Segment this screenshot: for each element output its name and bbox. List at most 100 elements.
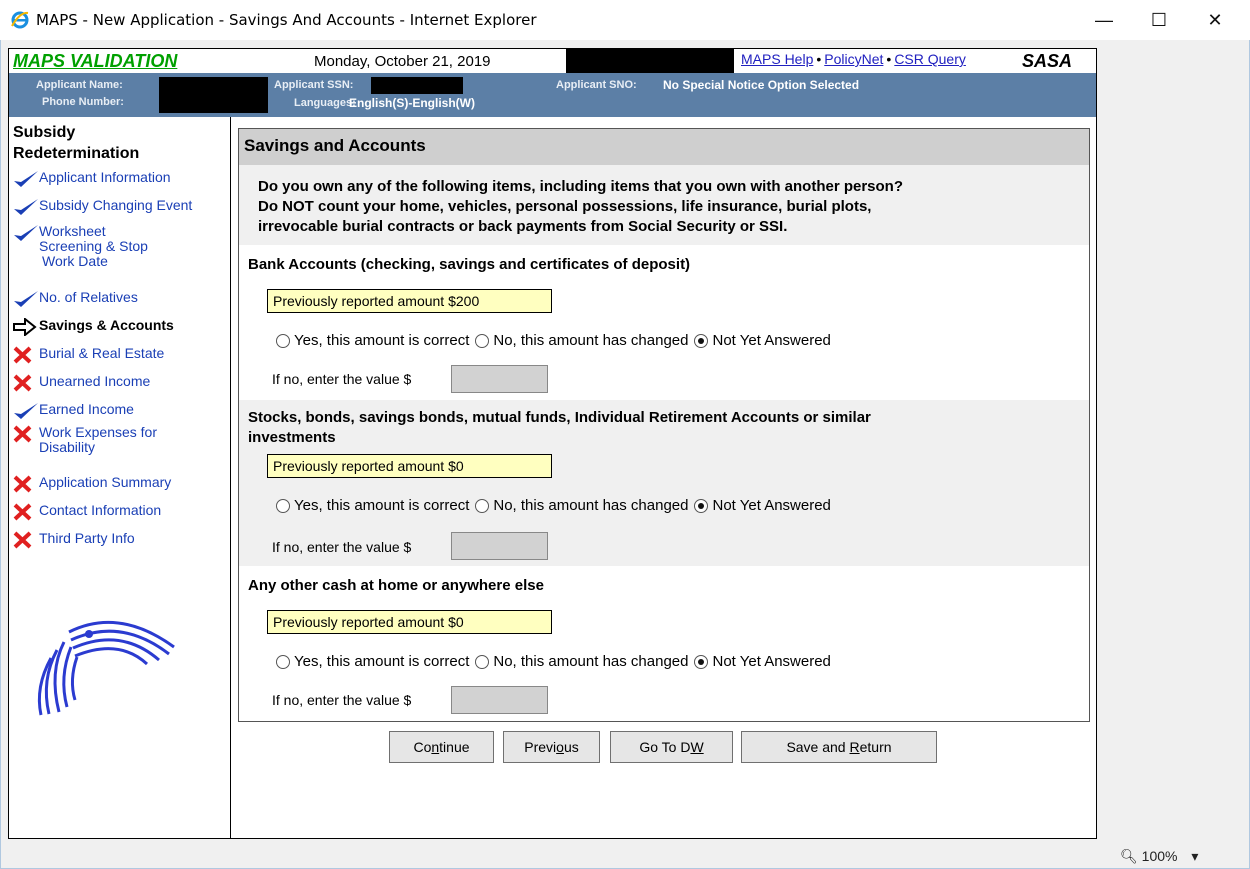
no-radio[interactable]: No, this amount has changed bbox=[475, 653, 688, 670]
section-title: Stocks, bonds, savings bonds, mutual fun… bbox=[248, 408, 1028, 448]
maps-header: MAPS VALIDATION Monday, October 21, 2019… bbox=[9, 49, 1096, 73]
radio-label: No, this amount has changed bbox=[493, 653, 689, 670]
sidebar-item-earned-income[interactable]: Earned Income bbox=[13, 402, 134, 420]
radio-circle-selected bbox=[694, 333, 709, 348]
sidebar-item-label: Contact Information bbox=[39, 502, 162, 518]
accesskey: o bbox=[556, 739, 564, 755]
previous-button[interactable]: Previous bbox=[503, 731, 600, 763]
sidebar-item-label-line1: Work Expenses for bbox=[39, 424, 158, 440]
sidebar-item-work-expenses[interactable]: Work Expenses for Disability bbox=[13, 425, 157, 455]
checkmark-icon bbox=[13, 290, 39, 308]
radio-circle bbox=[475, 498, 490, 513]
checkmark-icon bbox=[13, 198, 39, 216]
maximize-button[interactable]: ☐ bbox=[1134, 0, 1184, 40]
question-text: Do you own any of the following items, i… bbox=[239, 165, 1089, 245]
sidebar-item-label: No. of Relatives bbox=[39, 289, 138, 305]
sidebar-item-application-summary[interactable]: Application Summary bbox=[13, 475, 171, 493]
sasa-label: SASA bbox=[1022, 51, 1073, 71]
redacted-block bbox=[566, 49, 734, 73]
radio-circle bbox=[276, 654, 290, 669]
save-and-return-button[interactable]: Save and Return bbox=[741, 731, 937, 763]
link-separator: • bbox=[886, 51, 892, 67]
section-title: Any other cash at home or anywhere else bbox=[248, 576, 1028, 596]
not-yet-answered-radio[interactable]: Not Yet Answered bbox=[694, 653, 831, 670]
minimize-button[interactable]: — bbox=[1079, 0, 1129, 40]
sidebar-item-label-line1: Worksheet bbox=[39, 223, 106, 239]
not-yet-answered-radio[interactable]: Not Yet Answered bbox=[694, 497, 831, 514]
radio-label: Not Yet Answered bbox=[712, 497, 831, 514]
sidebar-item-applicant-information[interactable]: Applicant Information bbox=[13, 170, 171, 188]
applicant-info-bar: Applicant Name: Phone Number: Applicant … bbox=[9, 73, 1096, 117]
sidebar-item-label: Worksheet Screening & Stop Work Date bbox=[39, 224, 148, 269]
question-line3: irrevocable burial contracts or back pay… bbox=[258, 218, 788, 235]
answer-radio-group: Yes, this amount is correct No, this amo… bbox=[276, 497, 837, 514]
sidebar-item-label-line2: Disability bbox=[39, 439, 96, 455]
yes-radio[interactable]: Yes, this amount is correct bbox=[276, 332, 469, 349]
csr-query-link[interactable]: CSR Query bbox=[894, 51, 966, 67]
answer-radio-group: Yes, this amount is correct No, this amo… bbox=[276, 653, 837, 670]
redacted-name-phone bbox=[159, 77, 268, 113]
sidebar-item-label: Subsidy Changing Event bbox=[39, 197, 193, 213]
sidebar-heading-line1: Subsidy bbox=[13, 124, 76, 141]
bank-accounts-section: Bank Accounts (checking, savings and cer… bbox=[239, 245, 1089, 400]
value-input[interactable] bbox=[451, 686, 548, 714]
sidebar-item-label: Application Summary bbox=[39, 474, 172, 490]
sidebar-item-subsidy-changing-event[interactable]: Subsidy Changing Event bbox=[13, 198, 192, 216]
go-to-dw-button[interactable]: Go To DW bbox=[610, 731, 733, 763]
close-button[interactable]: ✕ bbox=[1190, 0, 1240, 40]
sidebar-item-label: Applicant Information bbox=[39, 169, 171, 185]
radio-label: No, this amount has changed bbox=[493, 497, 689, 514]
applicant-ssn-label: Applicant SSN: bbox=[274, 79, 354, 91]
sidebar-item-burial-real-estate[interactable]: Burial & Real Estate bbox=[13, 346, 164, 364]
if-no-label: If no, enter the value $ bbox=[272, 692, 412, 708]
button-label: Go To DW bbox=[639, 739, 703, 755]
maps-help-link[interactable]: MAPS Help bbox=[741, 51, 813, 67]
value-input[interactable] bbox=[451, 532, 548, 560]
label-part: us bbox=[563, 739, 579, 755]
radio-circle bbox=[276, 333, 290, 348]
previous-amount: Previously reported amount $200 bbox=[267, 289, 552, 313]
accesskey: n bbox=[431, 739, 440, 755]
savings-accounts-panel: Savings and Accounts Do you own any of t… bbox=[238, 128, 1090, 722]
applicant-name-label: Applicant Name: bbox=[36, 79, 123, 91]
no-radio[interactable]: No, this amount has changed bbox=[475, 497, 688, 514]
section-title-line2: investments bbox=[248, 429, 336, 446]
title-bar: MAPS - New Application - Savings And Acc… bbox=[0, 0, 1250, 40]
policynet-link[interactable]: PolicyNet bbox=[824, 51, 883, 67]
button-label: Previous bbox=[524, 739, 579, 755]
label-part: Go To D bbox=[639, 739, 691, 755]
sidebar-item-label: Burial & Real Estate bbox=[39, 345, 165, 361]
radio-circle-selected bbox=[694, 654, 709, 669]
not-yet-answered-radio[interactable]: Not Yet Answered bbox=[694, 332, 831, 349]
yes-radio[interactable]: Yes, this amount is correct bbox=[276, 497, 469, 514]
sidebar-item-unearned-income[interactable]: Unearned Income bbox=[13, 374, 150, 392]
x-mark-icon bbox=[13, 346, 39, 364]
value-input[interactable] bbox=[451, 365, 548, 393]
radio-circle-selected bbox=[694, 498, 709, 513]
x-mark-icon bbox=[13, 503, 39, 521]
languages-value: English(S)-English(W) bbox=[349, 96, 475, 110]
maps-validation-link[interactable]: MAPS VALIDATION bbox=[13, 51, 177, 72]
radio-circle bbox=[276, 498, 290, 513]
sidebar-item-no-of-relatives[interactable]: No. of Relatives bbox=[13, 290, 138, 308]
yes-radio[interactable]: Yes, this amount is correct bbox=[276, 653, 469, 670]
sidebar-item-savings-accounts[interactable]: Savings & Accounts bbox=[13, 316, 174, 338]
sidebar-item-third-party-info[interactable]: Third Party Info bbox=[13, 531, 135, 549]
continue-button[interactable]: Continue bbox=[389, 731, 494, 763]
applicant-sno-value: No Special Notice Option Selected bbox=[663, 78, 860, 92]
sidebar-item-worksheet[interactable]: Worksheet Screening & Stop Work Date bbox=[13, 224, 148, 269]
label-part: tinue bbox=[439, 739, 470, 755]
sidebar-item-label-line2: Screening & Stop bbox=[39, 238, 148, 254]
no-radio[interactable]: No, this amount has changed bbox=[475, 332, 688, 349]
checkmark-icon bbox=[13, 402, 39, 420]
sidebar-heading-line2: Redetermination bbox=[13, 145, 140, 162]
radio-label: Not Yet Answered bbox=[712, 332, 831, 349]
internet-explorer-icon bbox=[11, 11, 29, 29]
radio-label: Not Yet Answered bbox=[712, 653, 831, 670]
window-title: MAPS - New Application - Savings And Acc… bbox=[36, 11, 537, 29]
button-label: Continue bbox=[413, 739, 469, 755]
zoom-level: 100% bbox=[1141, 848, 1178, 864]
zoom-control[interactable]: 🔍︎ 100% ▾ bbox=[1120, 848, 1198, 865]
sidebar-item-contact-information[interactable]: Contact Information bbox=[13, 503, 161, 521]
label-part: Co bbox=[413, 739, 432, 755]
